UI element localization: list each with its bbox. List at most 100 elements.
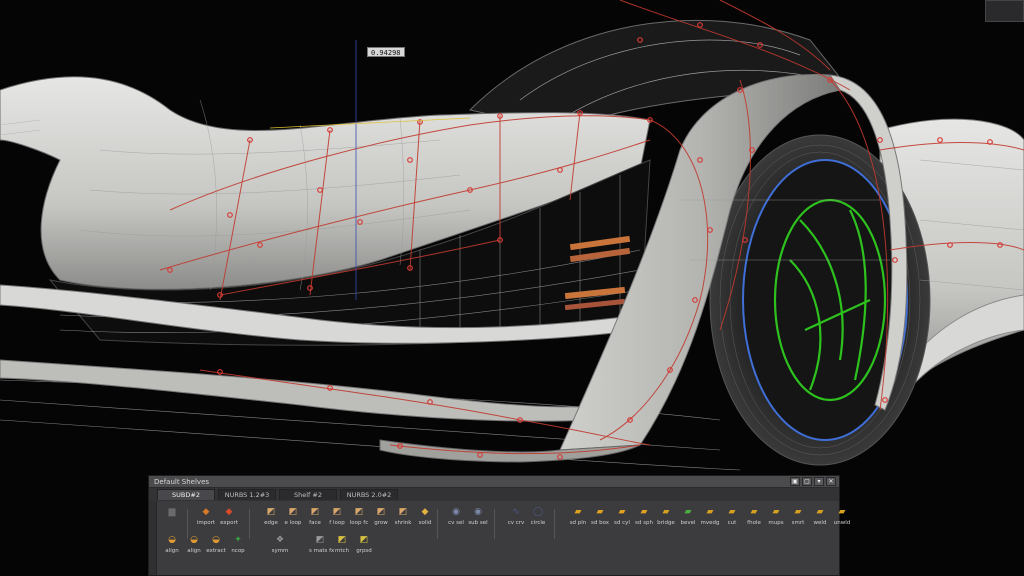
align-2-button[interactable]: ◒ align [183, 533, 205, 555]
fill-hole-icon: ▰ [750, 507, 758, 517]
tab-3[interactable]: Shelf #2 [279, 489, 337, 500]
circle-icon: ◯ [532, 507, 544, 517]
circle-button[interactable]: ◯ circle [527, 505, 549, 527]
tool-label: symm [271, 548, 289, 554]
grow-button[interactable]: ◩ grow [370, 505, 392, 527]
move-edge-button[interactable]: ▰ mvedg [699, 505, 721, 527]
tool-label: unwld [833, 520, 851, 526]
tab-1[interactable]: SUBD#2 [157, 489, 215, 500]
shelf-tabs: SUBD#2 NURBS 1.2#3 Shelf #2 NURBS 2.0#2 [149, 488, 839, 501]
solid-button[interactable]: ◆ solid [414, 505, 436, 527]
tool-label: ncop [231, 548, 245, 554]
view-cube[interactable] [985, 0, 1024, 22]
tool-label: edge [264, 520, 278, 526]
weld-button[interactable]: ▰ weld [809, 505, 831, 527]
import-button[interactable]: ◆ import [195, 505, 217, 527]
cut-icon: ▰ [728, 507, 736, 517]
bevel-icon: ▰ [684, 507, 692, 517]
tool-label: f loop [329, 520, 345, 526]
tool-label: extract [206, 548, 226, 554]
extract-button[interactable]: ◒ extract [205, 533, 227, 555]
menu-icon[interactable]: ▾ [814, 477, 824, 486]
sub-select-icon: ◉ [474, 507, 482, 517]
tool-label: loop fc [349, 520, 369, 526]
cv-curve-button[interactable]: ∿ cv crv [505, 505, 527, 527]
subd-plane-icon: ▰ [574, 507, 582, 517]
bridge-button[interactable]: ▰ bridge [655, 505, 677, 527]
symmetry-button[interactable]: ❖ symm [269, 533, 291, 555]
dock-icon[interactable]: ▣ [790, 477, 800, 486]
loop-face-button[interactable]: ◩ loop fc [348, 505, 370, 527]
cut-button[interactable]: ▰ cut [721, 505, 743, 527]
shelf-title-bar: Default Shelves ▣ ▢ ▾ ✕ [149, 476, 839, 488]
maximize-icon[interactable]: ▢ [802, 477, 812, 486]
face-loop-icon: ◩ [332, 507, 342, 517]
tool-label: face [309, 520, 321, 526]
extract-icon: ◒ [212, 535, 220, 545]
symmetry-icon: ❖ [275, 535, 285, 545]
s-mats-icon: ◩ [315, 535, 325, 545]
face-loop-button[interactable]: ◩ f loop [326, 505, 348, 527]
tool-label: sd box [590, 520, 610, 526]
edge-icon: ◩ [266, 507, 276, 517]
s-mats-button[interactable]: ◩ s mats fx [309, 533, 335, 555]
window-buttons: ▣ ▢ ▾ ✕ [790, 477, 836, 486]
grow-icon: ◩ [376, 507, 386, 517]
mups-button[interactable]: ▰ mups [765, 505, 787, 527]
import-icon: ◆ [202, 507, 210, 517]
subd-plane-button[interactable]: ▰ sd pln [567, 505, 589, 527]
trash-icon: ▆ [168, 507, 176, 517]
cv-select-button[interactable]: ◉ cv sel [445, 505, 467, 527]
align-2-icon: ◒ [190, 535, 198, 545]
tool-label: sd cyl [614, 520, 630, 526]
align-button[interactable]: ◒ align [161, 533, 183, 555]
tool-label: s mats fx [309, 548, 335, 554]
unweld-button[interactable]: ▰ unwld [831, 505, 853, 527]
tool-label: circle [530, 520, 546, 526]
tool-label: sd pln [569, 520, 587, 526]
match-icon: ◩ [337, 535, 347, 545]
tool-label: weld [813, 520, 827, 526]
subd-cylinder-icon: ▰ [618, 507, 626, 517]
tool-label: align [165, 548, 179, 554]
tool-label: mvedg [700, 520, 720, 526]
tool-separator [554, 509, 555, 539]
edge-loop-button[interactable]: ◩ e loop [282, 505, 304, 527]
fill-hole-button[interactable]: ▰ fhole [743, 505, 765, 527]
tool-label: solid [418, 520, 432, 526]
face-button[interactable]: ◩ face [304, 505, 326, 527]
ncop-icon: ✦ [234, 535, 242, 545]
export-button[interactable]: ◆ export [218, 505, 240, 527]
shrink-button[interactable]: ◩ shrink [392, 505, 414, 527]
shelf-title: Default Shelves [154, 478, 210, 486]
tab-2[interactable]: NURBS 1.2#3 [218, 489, 276, 500]
tool-label: align [187, 548, 201, 554]
unweld-icon: ▰ [838, 507, 846, 517]
group-subd-button[interactable]: ◩ grpsd [353, 533, 375, 555]
tool-label: cv sel [448, 520, 464, 526]
tool-label: cut [727, 520, 737, 526]
match-button[interactable]: ◩ mtch [331, 533, 353, 555]
subd-box-icon: ▰ [596, 507, 604, 517]
edge-button[interactable]: ◩ edge [260, 505, 282, 527]
tab-4[interactable]: NURBS 2.0#2 [340, 489, 398, 500]
tool-separator [249, 509, 250, 539]
ncop-button[interactable]: ✦ ncop [227, 533, 249, 555]
tool-separator [437, 509, 438, 539]
subd-box-button[interactable]: ▰ sd box [589, 505, 611, 527]
align-icon: ◒ [168, 535, 176, 545]
close-icon[interactable]: ✕ [826, 477, 836, 486]
tool-label: sub sel [468, 520, 488, 526]
subd-cylinder-button[interactable]: ▰ sd cyl [611, 505, 633, 527]
sub-select-button[interactable]: ◉ sub sel [467, 505, 489, 527]
trash-button[interactable]: ▆ [161, 505, 183, 520]
subd-sphere-button[interactable]: ▰ sd sph [633, 505, 655, 527]
cv-curve-icon: ∿ [512, 507, 520, 517]
bevel-button[interactable]: ▰ bevel [677, 505, 699, 527]
tool-label: bridge [657, 520, 675, 526]
tool-label: export [220, 520, 238, 526]
smart-button[interactable]: ▰ smrt [787, 505, 809, 527]
shelf-side-rail[interactable] [149, 501, 157, 575]
solid-icon: ◆ [421, 507, 429, 517]
tool-label: grow [374, 520, 388, 526]
